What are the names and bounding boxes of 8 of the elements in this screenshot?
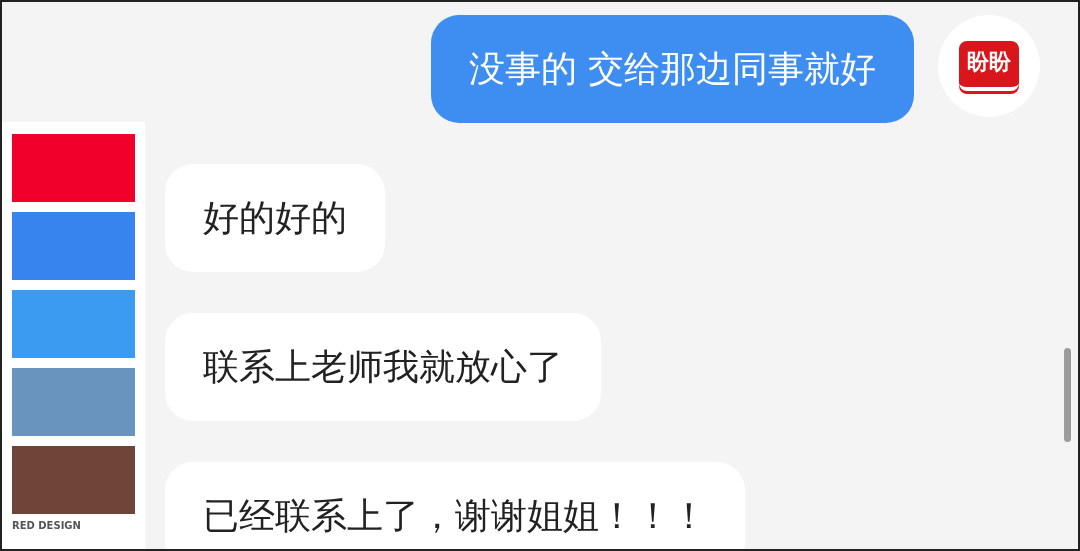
palette-label: RED DESIGN [12,520,82,531]
avatar[interactable]: 盼盼 [938,15,1040,117]
message-bubble: 没事的 交给那边同事就好 [430,15,914,123]
message-bubble: 好的好的 [165,164,385,272]
logo: 盼盼 [959,41,1019,91]
message-bubble: 联系上老师我就放心了 [165,313,601,421]
message-bubble: 已经联系上了，谢谢姐姐！！！ [165,462,745,549]
scrollbar[interactable] [1064,348,1071,442]
